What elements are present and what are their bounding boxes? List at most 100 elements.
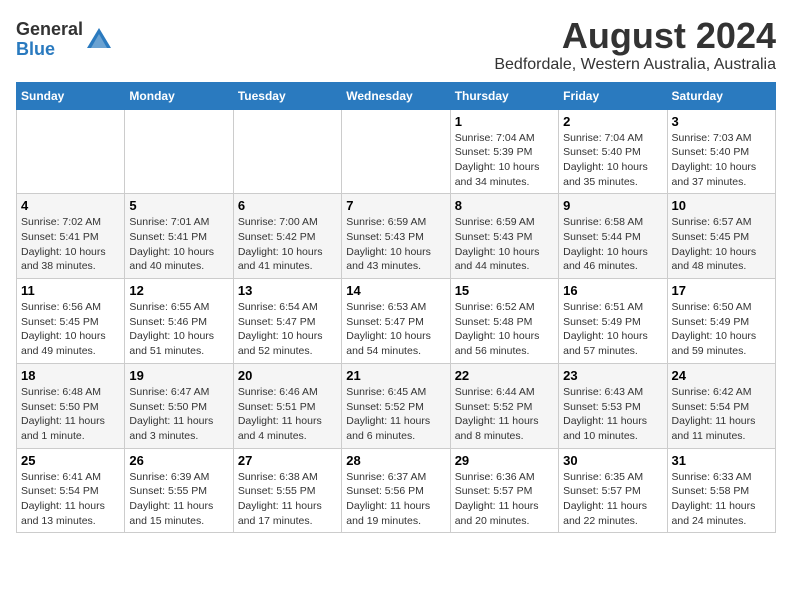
calendar-week-row: 1Sunrise: 7:04 AM Sunset: 5:39 PM Daylig…: [17, 109, 776, 194]
day-number: 1: [455, 114, 554, 129]
calendar-cell: 21 Sunrise: 6:45 AM Sunset: 5:52 PM Dayli…: [342, 363, 450, 448]
calendar-cell: 28 Sunrise: 6:37 AM Sunset: 5:56 PM Dayli…: [342, 448, 450, 533]
day-info: Sunrise: 6:48 AM Sunset: 5:50 PM Dayligh…: [21, 385, 120, 444]
calendar-week-row: 11 Sunrise: 6:56 AM Sunset: 5:45 PM Dayli…: [17, 279, 776, 364]
logo-general: General: [16, 19, 83, 39]
calendar-cell: 27 Sunrise: 6:38 AM Sunset: 5:55 PM Dayli…: [233, 448, 341, 533]
calendar-cell: 16 Sunrise: 6:51 AM Sunset: 5:49 PM Dayli…: [559, 279, 667, 364]
day-number: 14: [346, 283, 445, 298]
calendar-cell: 1Sunrise: 7:04 AM Sunset: 5:39 PM Daylig…: [450, 109, 558, 194]
day-info: Sunrise: 6:37 AM Sunset: 5:56 PM Dayligh…: [346, 470, 445, 529]
day-info: Sunrise: 6:35 AM Sunset: 5:57 PM Dayligh…: [563, 470, 662, 529]
day-number: 26: [129, 453, 228, 468]
page-title: August 2024: [494, 16, 776, 56]
day-number: 24: [672, 368, 771, 383]
calendar-cell: 25 Sunrise: 6:41 AM Sunset: 5:54 PM Dayli…: [17, 448, 125, 533]
calendar-cell: 6 Sunrise: 7:00 AM Sunset: 5:42 PM Daylig…: [233, 194, 341, 279]
calendar-cell: 30Sunrise: 6:35 AM Sunset: 5:57 PM Dayli…: [559, 448, 667, 533]
calendar-week-row: 25 Sunrise: 6:41 AM Sunset: 5:54 PM Dayli…: [17, 448, 776, 533]
day-info: Sunrise: 7:01 AM Sunset: 5:41 PM Dayligh…: [129, 215, 228, 274]
day-header-wednesday: Wednesday: [342, 82, 450, 109]
title-block: August 2024 Bedfordale, Western Australi…: [494, 16, 776, 74]
day-number: 13: [238, 283, 337, 298]
day-number: 3: [672, 114, 771, 129]
day-header-sunday: Sunday: [17, 82, 125, 109]
calendar-cell: 31 Sunrise: 6:33 AM Sunset: 5:58 PM Dayli…: [667, 448, 775, 533]
calendar-cell: 15Sunrise: 6:52 AM Sunset: 5:48 PM Dayli…: [450, 279, 558, 364]
calendar-cell: 19 Sunrise: 6:47 AM Sunset: 5:50 PM Dayli…: [125, 363, 233, 448]
day-number: 27: [238, 453, 337, 468]
day-number: 8: [455, 198, 554, 213]
day-info: Sunrise: 6:53 AM Sunset: 5:47 PM Dayligh…: [346, 300, 445, 359]
day-number: 10: [672, 198, 771, 213]
day-info: Sunrise: 6:43 AM Sunset: 5:53 PM Dayligh…: [563, 385, 662, 444]
calendar-cell: 23 Sunrise: 6:43 AM Sunset: 5:53 PM Dayli…: [559, 363, 667, 448]
day-number: 19: [129, 368, 228, 383]
calendar-cell: 22 Sunrise: 6:44 AM Sunset: 5:52 PM Dayli…: [450, 363, 558, 448]
day-info: Sunrise: 6:42 AM Sunset: 5:54 PM Dayligh…: [672, 385, 771, 444]
day-info: Sunrise: 6:33 AM Sunset: 5:58 PM Dayligh…: [672, 470, 771, 529]
calendar-table: SundayMondayTuesdayWednesdayThursdayFrid…: [16, 82, 776, 534]
day-header-friday: Friday: [559, 82, 667, 109]
calendar-header-row: SundayMondayTuesdayWednesdayThursdayFrid…: [17, 82, 776, 109]
day-number: 23: [563, 368, 662, 383]
day-info: Sunrise: 6:36 AM Sunset: 5:57 PM Dayligh…: [455, 470, 554, 529]
calendar-cell: [233, 109, 341, 194]
day-info: Sunrise: 6:47 AM Sunset: 5:50 PM Dayligh…: [129, 385, 228, 444]
calendar-cell: 18 Sunrise: 6:48 AM Sunset: 5:50 PM Dayli…: [17, 363, 125, 448]
day-number: 2: [563, 114, 662, 129]
day-number: 20: [238, 368, 337, 383]
day-info: Sunrise: 6:57 AM Sunset: 5:45 PM Dayligh…: [672, 215, 771, 274]
calendar-cell: 5 Sunrise: 7:01 AM Sunset: 5:41 PM Daylig…: [125, 194, 233, 279]
day-info: Sunrise: 6:38 AM Sunset: 5:55 PM Dayligh…: [238, 470, 337, 529]
day-number: 5: [129, 198, 228, 213]
day-number: 25: [21, 453, 120, 468]
day-info: Sunrise: 7:00 AM Sunset: 5:42 PM Dayligh…: [238, 215, 337, 274]
day-info: Sunrise: 6:59 AM Sunset: 5:43 PM Dayligh…: [455, 215, 554, 274]
day-info: Sunrise: 6:44 AM Sunset: 5:52 PM Dayligh…: [455, 385, 554, 444]
day-number: 11: [21, 283, 120, 298]
logo-icon: [85, 26, 113, 54]
day-info: Sunrise: 6:45 AM Sunset: 5:52 PM Dayligh…: [346, 385, 445, 444]
calendar-cell: 13 Sunrise: 6:54 AM Sunset: 5:47 PM Dayli…: [233, 279, 341, 364]
day-info: Sunrise: 7:04 AM Sunset: 5:40 PM Dayligh…: [563, 131, 662, 190]
day-number: 12: [129, 283, 228, 298]
day-info: Sunrise: 7:03 AM Sunset: 5:40 PM Dayligh…: [672, 131, 771, 190]
day-number: 22: [455, 368, 554, 383]
day-info: Sunrise: 6:56 AM Sunset: 5:45 PM Dayligh…: [21, 300, 120, 359]
calendar-cell: 24 Sunrise: 6:42 AM Sunset: 5:54 PM Dayli…: [667, 363, 775, 448]
day-number: 4: [21, 198, 120, 213]
day-number: 28: [346, 453, 445, 468]
day-info: Sunrise: 6:41 AM Sunset: 5:54 PM Dayligh…: [21, 470, 120, 529]
day-header-tuesday: Tuesday: [233, 82, 341, 109]
day-info: Sunrise: 6:46 AM Sunset: 5:51 PM Dayligh…: [238, 385, 337, 444]
calendar-week-row: 18 Sunrise: 6:48 AM Sunset: 5:50 PM Dayli…: [17, 363, 776, 448]
calendar-cell: 12Sunrise: 6:55 AM Sunset: 5:46 PM Dayli…: [125, 279, 233, 364]
calendar-cell: 8 Sunrise: 6:59 AM Sunset: 5:43 PM Daylig…: [450, 194, 558, 279]
day-number: 31: [672, 453, 771, 468]
calendar-cell: 10 Sunrise: 6:57 AM Sunset: 5:45 PM Dayli…: [667, 194, 775, 279]
day-header-monday: Monday: [125, 82, 233, 109]
day-info: Sunrise: 6:54 AM Sunset: 5:47 PM Dayligh…: [238, 300, 337, 359]
day-number: 18: [21, 368, 120, 383]
day-info: Sunrise: 6:58 AM Sunset: 5:44 PM Dayligh…: [563, 215, 662, 274]
calendar-week-row: 4Sunrise: 7:02 AM Sunset: 5:41 PM Daylig…: [17, 194, 776, 279]
day-info: Sunrise: 6:39 AM Sunset: 5:55 PM Dayligh…: [129, 470, 228, 529]
day-info: Sunrise: 6:50 AM Sunset: 5:49 PM Dayligh…: [672, 300, 771, 359]
logo: General Blue: [16, 20, 113, 60]
page-subtitle: Bedfordale, Western Australia, Australia: [494, 56, 776, 74]
day-number: 16: [563, 283, 662, 298]
day-info: Sunrise: 6:51 AM Sunset: 5:49 PM Dayligh…: [563, 300, 662, 359]
day-number: 21: [346, 368, 445, 383]
day-number: 9: [563, 198, 662, 213]
calendar-cell: 9 Sunrise: 6:58 AM Sunset: 5:44 PM Daylig…: [559, 194, 667, 279]
calendar-cell: 29 Sunrise: 6:36 AM Sunset: 5:57 PM Dayli…: [450, 448, 558, 533]
calendar-cell: [342, 109, 450, 194]
day-header-thursday: Thursday: [450, 82, 558, 109]
day-number: 6: [238, 198, 337, 213]
day-header-saturday: Saturday: [667, 82, 775, 109]
day-number: 29: [455, 453, 554, 468]
calendar-cell: 3 Sunrise: 7:03 AM Sunset: 5:40 PM Daylig…: [667, 109, 775, 194]
calendar-cell: 20 Sunrise: 6:46 AM Sunset: 5:51 PM Dayli…: [233, 363, 341, 448]
logo-blue: Blue: [16, 39, 55, 59]
